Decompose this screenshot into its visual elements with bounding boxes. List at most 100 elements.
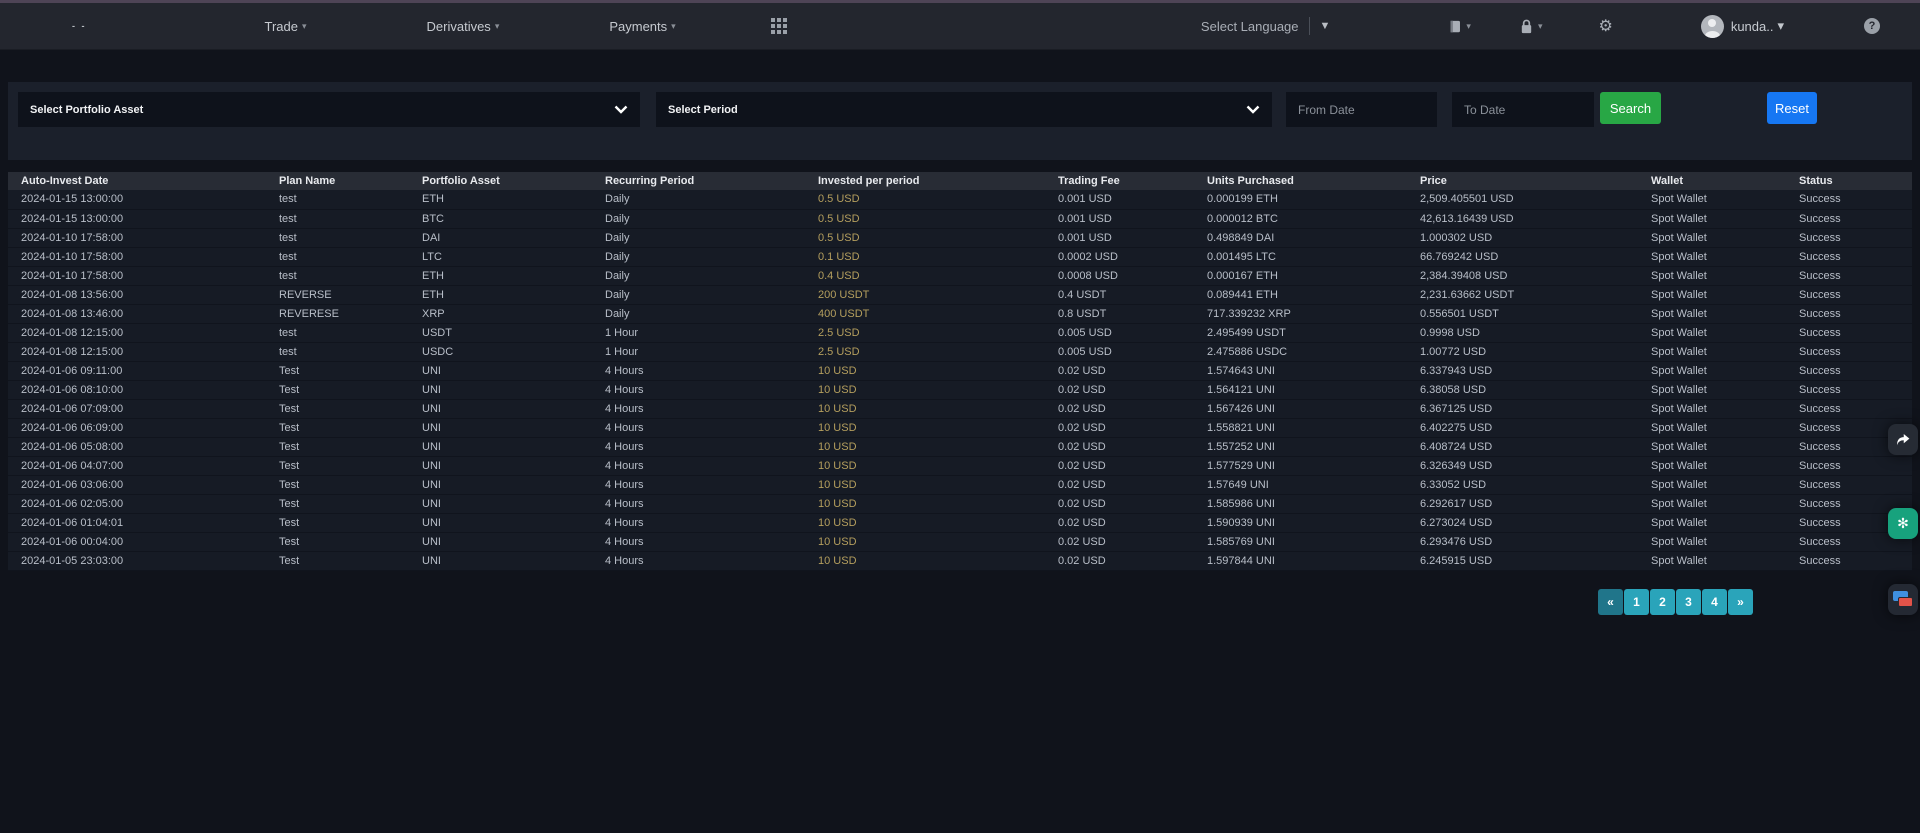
wallet-menu-button[interactable]: ▾ <box>1519 18 1543 35</box>
cell-auto-invest-date: 2024-01-06 05:08:00 <box>8 437 266 456</box>
cell-plan-name: test <box>266 323 409 342</box>
nav-item-derivatives[interactable]: Derivatives ▾ <box>427 19 500 34</box>
cell-auto-invest-date: 2024-01-06 06:09:00 <box>8 418 266 437</box>
cell-wallet: Spot Wallet <box>1638 551 1786 570</box>
cell-auto-invest-date: 2024-01-05 23:03:00 <box>8 551 266 570</box>
cell-recurring-period: 1 Hour <box>592 342 805 361</box>
cell-units-purchased: 0.000199 ETH <box>1194 190 1407 209</box>
table-row: 2024-01-06 09:11:00TestUNI4 Hours10 USD0… <box>8 361 1912 380</box>
nav-item-trade[interactable]: Trade ▾ <box>265 19 307 34</box>
nav-item-payments[interactable]: Payments ▾ <box>609 19 675 34</box>
reset-button[interactable]: Reset <box>1767 92 1817 124</box>
cell-trading-fee: 0.02 USD <box>1045 494 1194 513</box>
cell-invested-per-period: 0.5 USD <box>805 228 1045 247</box>
cell-plan-name: Test <box>266 551 409 570</box>
cell-status: Success <box>1786 380 1912 399</box>
cell-invested-per-period: 10 USD <box>805 380 1045 399</box>
user-menu[interactable]: kunda.. ▾ <box>1701 15 1784 38</box>
share-floating-button[interactable] <box>1888 424 1918 455</box>
cell-price: 6.293476 USD <box>1407 532 1638 551</box>
table-row: 2024-01-06 05:08:00TestUNI4 Hours10 USD0… <box>8 437 1912 456</box>
pagination-page-button-3[interactable]: 3 <box>1676 589 1701 615</box>
cell-plan-name: Test <box>266 532 409 551</box>
cell-recurring-period: 4 Hours <box>592 475 805 494</box>
nav-item-label: Trade <box>265 19 298 34</box>
column-header-plan-name: Plan Name <box>266 172 409 190</box>
cell-portfolio-asset: UNI <box>409 399 592 418</box>
cell-wallet: Spot Wallet <box>1638 209 1786 228</box>
cell-invested-per-period: 2.5 USD <box>805 342 1045 361</box>
language-selector[interactable]: Select Language ▼ <box>1201 17 1330 35</box>
cell-invested-per-period: 0.5 USD <box>805 209 1045 228</box>
pagination-next-button[interactable]: » <box>1728 589 1753 615</box>
history-table-body: 2024-01-15 13:00:00testETHDaily0.5 USD0.… <box>8 190 1912 570</box>
period-select[interactable]: Select Period <box>656 92 1272 127</box>
cell-portfolio-asset: UNI <box>409 494 592 513</box>
cell-portfolio-asset: BTC <box>409 209 592 228</box>
help-icon[interactable]: ? <box>1864 18 1880 34</box>
cell-wallet: Spot Wallet <box>1638 399 1786 418</box>
cell-auto-invest-date: 2024-01-15 13:00:00 <box>8 209 266 228</box>
cell-trading-fee: 0.001 USD <box>1045 228 1194 247</box>
cell-recurring-period: Daily <box>592 209 805 228</box>
to-date-input[interactable]: To Date <box>1452 92 1594 127</box>
cell-status: Success <box>1786 209 1912 228</box>
cell-price: 6.408724 USD <box>1407 437 1638 456</box>
cell-recurring-period: Daily <box>592 228 805 247</box>
pagination-page-button-1[interactable]: 1 <box>1624 589 1649 615</box>
portfolio-asset-select[interactable]: Select Portfolio Asset <box>18 92 640 127</box>
cell-plan-name: REVERSE <box>266 285 409 304</box>
cell-trading-fee: 0.02 USD <box>1045 475 1194 494</box>
pagination-page-button-4[interactable]: 4 <box>1702 589 1727 615</box>
chat-support-floating-button[interactable] <box>1888 584 1918 615</box>
apps-grid-icon[interactable] <box>771 18 787 34</box>
cell-wallet: Spot Wallet <box>1638 380 1786 399</box>
cell-status: Success <box>1786 285 1912 304</box>
cell-price: 6.367125 USD <box>1407 399 1638 418</box>
table-header-row: Auto-Invest DatePlan NamePortfolio Asset… <box>8 172 1912 190</box>
cell-auto-invest-date: 2024-01-06 01:04:01 <box>8 513 266 532</box>
cell-recurring-period: 4 Hours <box>592 551 805 570</box>
search-button[interactable]: Search <box>1600 92 1661 124</box>
pagination-prev-button[interactable]: « <box>1598 589 1623 615</box>
orders-menu-button[interactable]: ▾ <box>1448 19 1471 34</box>
cell-auto-invest-date: 2024-01-06 03:06:00 <box>8 475 266 494</box>
cell-price: 2,231.63662 USDT <box>1407 285 1638 304</box>
ai-assistant-floating-button[interactable]: ✻ <box>1888 508 1918 539</box>
language-dropdown-icon: ▼ <box>1320 20 1331 32</box>
cell-status: Success <box>1786 361 1912 380</box>
cell-recurring-period: 4 Hours <box>592 456 805 475</box>
cell-status: Success <box>1786 304 1912 323</box>
cell-price: 1.00772 USD <box>1407 342 1638 361</box>
cell-invested-per-period: 10 USD <box>805 494 1045 513</box>
username-label: kunda.. <box>1731 19 1774 34</box>
cell-invested-per-period: 10 USD <box>805 399 1045 418</box>
pagination-pages: 1234 <box>1624 589 1727 615</box>
settings-gear-icon[interactable]: ⚙ <box>1598 16 1612 36</box>
cell-trading-fee: 0.02 USD <box>1045 437 1194 456</box>
cell-units-purchased: 0.498849 DAI <box>1194 228 1407 247</box>
column-header-price: Price <box>1407 172 1638 190</box>
chevron-down-icon: ▾ <box>495 21 500 32</box>
cell-units-purchased: 1.590939 UNI <box>1194 513 1407 532</box>
cell-portfolio-asset: DAI <box>409 228 592 247</box>
cell-price: 6.326349 USD <box>1407 456 1638 475</box>
from-date-input[interactable]: From Date <box>1286 92 1437 127</box>
cell-recurring-period: Daily <box>592 247 805 266</box>
pagination-page-button-2[interactable]: 2 <box>1650 589 1675 615</box>
cell-units-purchased: 0.000167 ETH <box>1194 266 1407 285</box>
cell-recurring-period: 4 Hours <box>592 380 805 399</box>
chat-bubble-red-icon <box>1898 597 1913 607</box>
cell-auto-invest-date: 2024-01-06 09:11:00 <box>8 361 266 380</box>
cell-recurring-period: 4 Hours <box>592 437 805 456</box>
table-header: Auto-Invest DatePlan NamePortfolio Asset… <box>8 172 1912 190</box>
cell-trading-fee: 0.005 USD <box>1045 323 1194 342</box>
column-header-units-purchased: Units Purchased <box>1194 172 1407 190</box>
cell-trading-fee: 0.0002 USD <box>1045 247 1194 266</box>
cell-trading-fee: 0.8 USDT <box>1045 304 1194 323</box>
chevron-down-icon: ▾ <box>1777 18 1784 34</box>
cell-plan-name: test <box>266 190 409 209</box>
period-select-placeholder: Select Period <box>668 104 738 116</box>
cell-trading-fee: 0.02 USD <box>1045 361 1194 380</box>
cell-price: 6.273024 USD <box>1407 513 1638 532</box>
